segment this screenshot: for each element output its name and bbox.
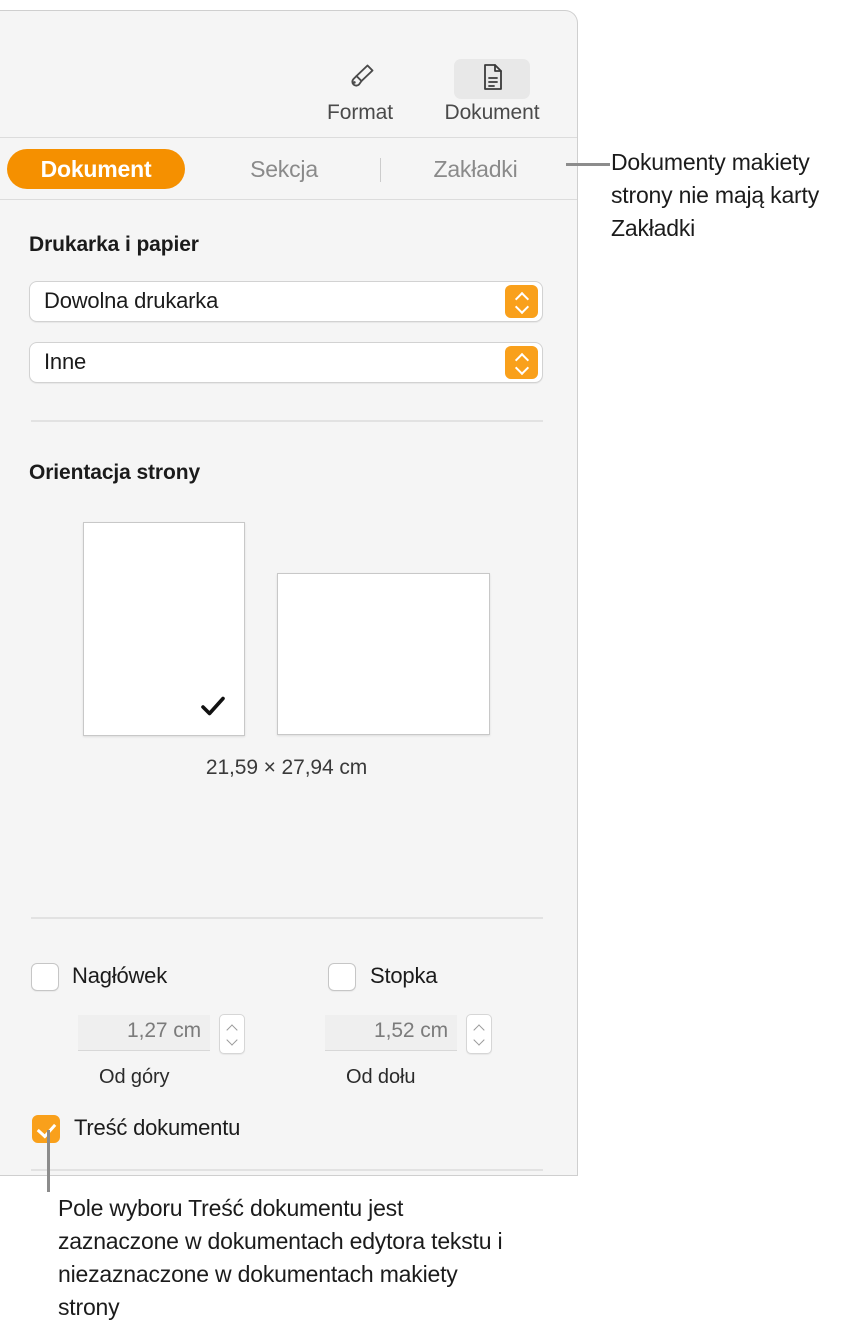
tab-sekcja[interactable]: Sekcja	[205, 149, 363, 189]
callout-bottom-text: Pole wyboru Treść dokumentu jest zaznacz…	[58, 1195, 503, 1320]
stepper-up-icon[interactable]	[473, 1024, 486, 1032]
document-body-checkbox-label: Treść dokumentu	[74, 1115, 241, 1140]
callout-bottom-leader-line	[47, 1130, 50, 1192]
document-icon-container	[454, 59, 530, 99]
footer-checkbox-label: Stopka	[370, 963, 438, 988]
document-tool-label: Dokument	[444, 101, 540, 124]
paper-size-label: 21,59 × 27,94 cm	[205, 756, 368, 779]
divider-orientation	[31, 917, 543, 919]
printer-popup-value: Dowolna drukarka	[44, 288, 219, 313]
divider-bottom	[31, 1169, 543, 1171]
checkmark-icon	[198, 691, 228, 721]
orientation-landscape-button[interactable]	[277, 573, 490, 735]
header-margin-field[interactable]: 1,27 cm	[78, 1015, 210, 1051]
paper-popup-button[interactable]: Inne	[29, 342, 543, 383]
header-margin-sublabel: Od góry	[99, 1066, 170, 1088]
header-margin-stepper[interactable]	[219, 1014, 245, 1054]
format-icon-container	[322, 59, 398, 99]
footer-checkbox[interactable]	[328, 963, 356, 991]
inspector-toolbar: Format Dokument	[0, 11, 577, 138]
header-checkbox-label: Nagłówek	[72, 963, 168, 988]
updown-chevron-icon	[505, 346, 538, 379]
updown-chevron-icon	[505, 285, 538, 318]
stepper-up-icon[interactable]	[226, 1024, 239, 1032]
paper-popup-value: Inne	[44, 349, 87, 374]
tab-dokument[interactable]: Dokument	[7, 149, 185, 189]
footer-margin-sublabel: Od dołu	[346, 1066, 416, 1088]
document-inspector-panel: Format Dokument Dokument Sekcja Zakładki…	[0, 10, 578, 1176]
orientation-portrait-button[interactable]	[83, 522, 245, 736]
paintbrush-icon	[342, 59, 378, 100]
stepper-down-icon[interactable]	[226, 1037, 239, 1045]
footer-margin-field[interactable]: 1,52 cm	[325, 1015, 457, 1051]
document-body-checkbox[interactable]	[32, 1115, 60, 1143]
footer-margin-stepper[interactable]	[466, 1014, 492, 1054]
document-tool-button[interactable]: Dokument	[436, 59, 548, 125]
orientation-section-title: Orientacja strony	[29, 461, 201, 484]
stepper-down-icon[interactable]	[473, 1037, 486, 1045]
printer-popup-button[interactable]: Dowolna drukarka	[29, 281, 543, 322]
divider-printer	[31, 420, 543, 422]
inspector-tab-bar: Dokument Sekcja Zakładki	[0, 138, 577, 200]
tab-separator	[380, 158, 381, 182]
callout-top-text: Dokumenty makiety strony nie mają karty …	[611, 149, 819, 241]
callout-top-leader-line	[566, 163, 610, 166]
printer-section-title: Drukarka i papier	[29, 233, 199, 256]
format-tool-button[interactable]: Format	[304, 59, 416, 125]
header-checkbox[interactable]	[31, 963, 59, 991]
footer-margin-value: 1,52 cm	[374, 1019, 448, 1042]
header-margin-value: 1,27 cm	[127, 1019, 201, 1042]
document-page-icon	[476, 61, 508, 98]
tab-zakladki[interactable]: Zakładki	[388, 149, 563, 189]
format-tool-label: Format	[327, 101, 393, 124]
